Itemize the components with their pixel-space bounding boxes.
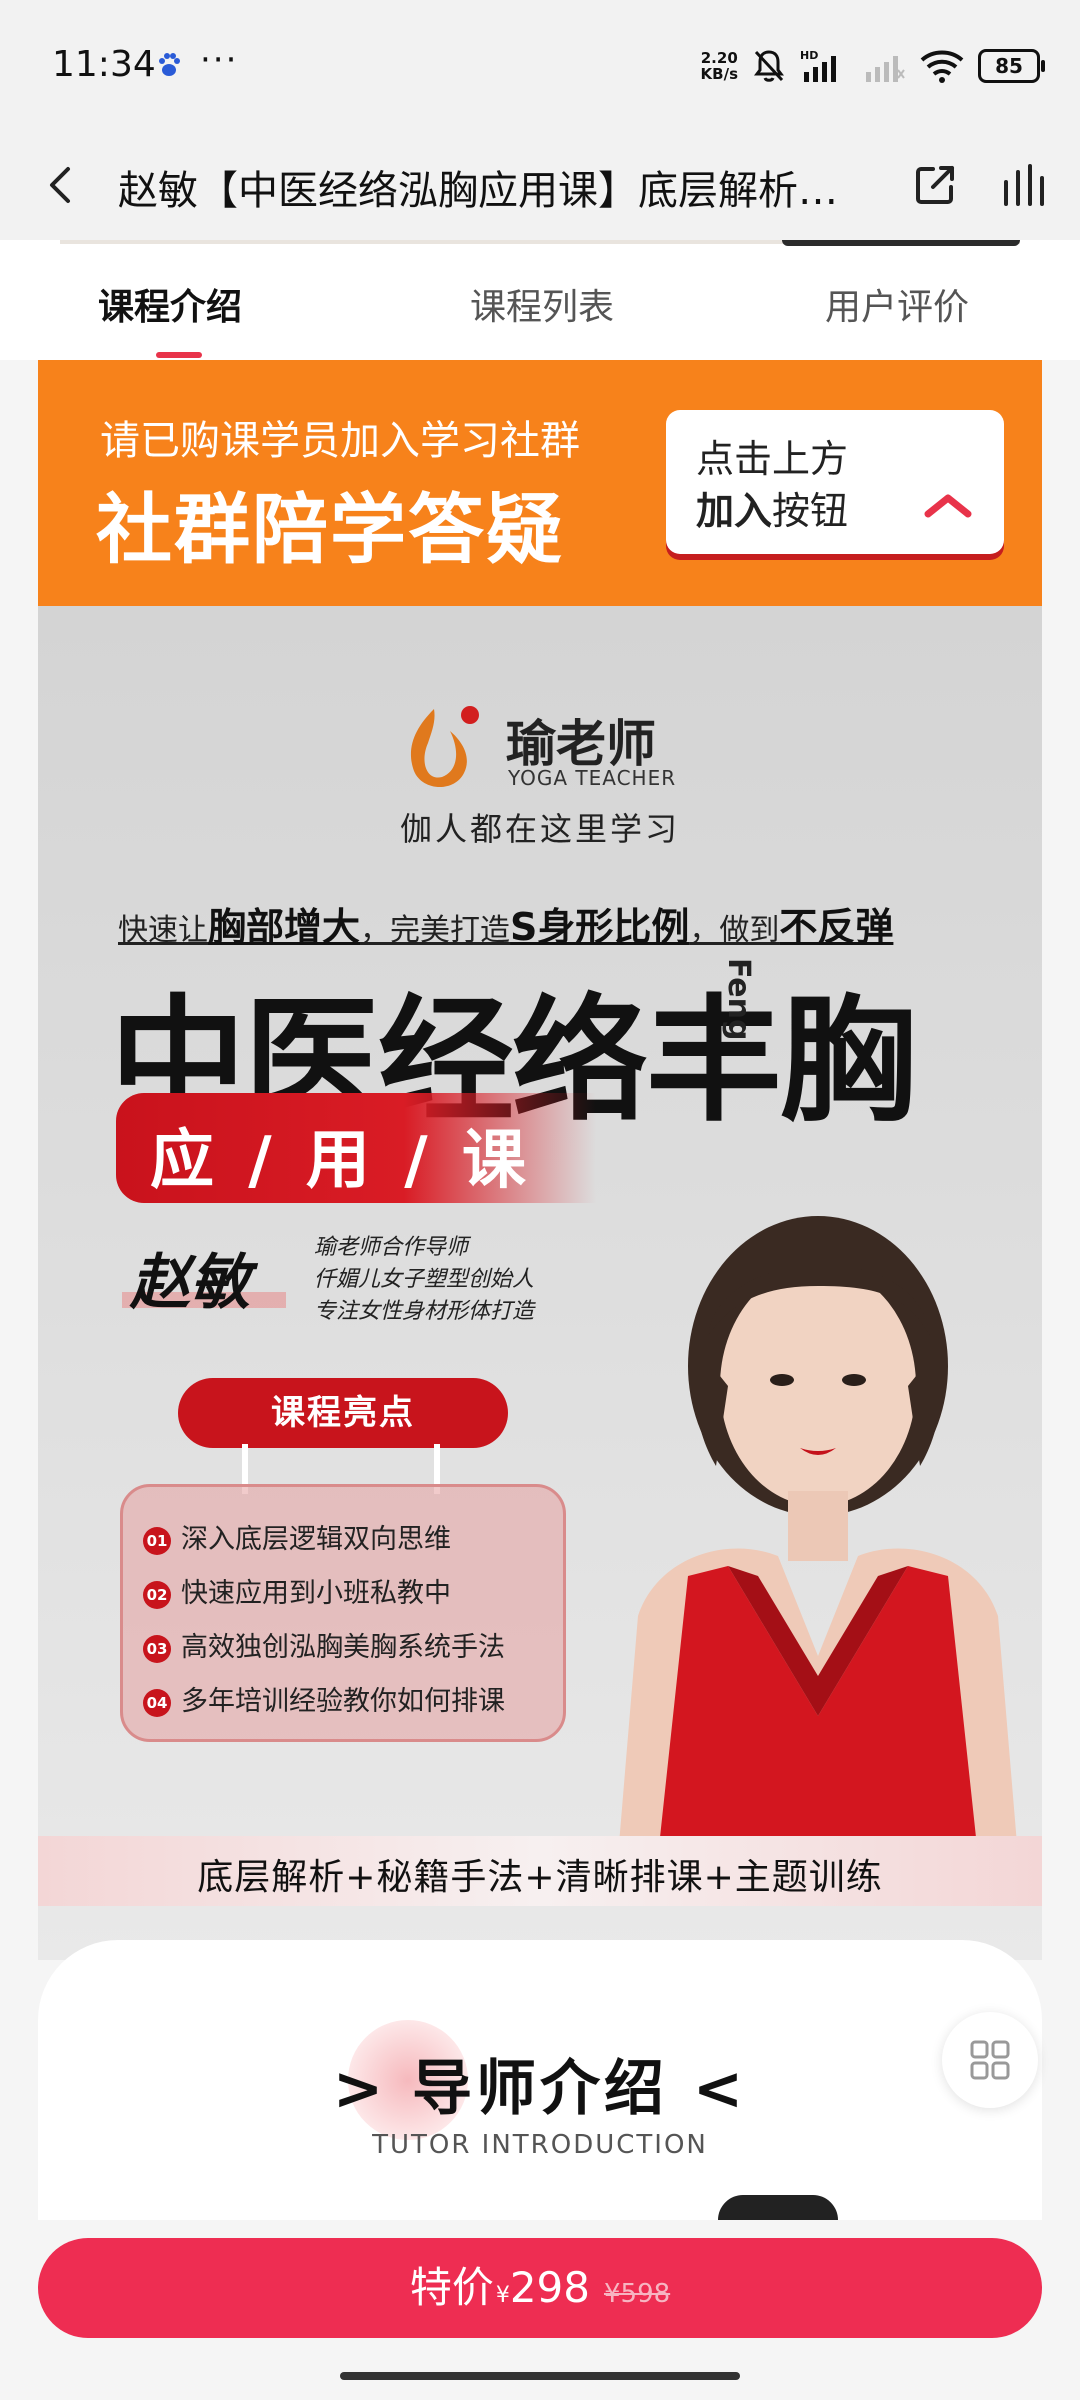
banner-hint-line1: 点击上方 [696, 437, 849, 481]
tagline-part: 快速让 [118, 913, 208, 948]
highlight-text: 快速应用到小班私教中 [181, 1578, 451, 1609]
author-name: 赵敏 [130, 1248, 250, 1318]
course-poster: 瑜老师 YOGA TEACHER 伽人都在这里学习 快速让胸部增大，完美打造S身… [38, 606, 1042, 1960]
tagline-part: ，做到 [689, 913, 780, 948]
author-bio: 瑜老师合作导师 仟媚儿女子塑型创始人 专注女性身材形体打造 [314, 1232, 534, 1328]
banner-hint-card: 点击上方 加入按钮 [666, 410, 1004, 554]
highlight-item: 03 高效独创泓胸美胸系统手法 [143, 1625, 505, 1664]
home-indicator[interactable] [340, 2372, 740, 2380]
active-tab-indicator [156, 352, 202, 358]
tab-course-list[interactable]: 课程列表 [470, 278, 614, 330]
price-value: 298 [509, 2263, 590, 2312]
net-speed: 2.20 KB/s [701, 50, 738, 82]
back-button[interactable] [30, 150, 90, 220]
share-button[interactable] [900, 150, 970, 220]
poster-bottom-strip: 底层解析+秘籍手法+清晰排课+主题训练 [38, 1836, 1042, 1906]
poster-tagline: 快速让胸部增大，完美打造S身形比例，做到不反弹 [118, 896, 893, 951]
tutor-subtitle: TUTOR INTRODUCTION [372, 2130, 708, 2160]
tutor-section: > 导师介绍 < TUTOR INTRODUCTION [38, 1940, 1042, 2220]
community-banner[interactable]: 请已购课学员加入学习社群 社群陪学答疑 点击上方 加入按钮 [38, 360, 1042, 606]
hd-label: HD [800, 49, 818, 62]
course-ribbon-label: 应 / 用 / 课 [150, 1124, 532, 1198]
net-speed-value: 2.20 [700, 49, 738, 67]
highlight-number: 02 [143, 1580, 171, 1609]
poster-bottom-text: 底层解析+秘籍手法+清晰排课+主题训练 [197, 1857, 883, 1898]
course-ribbon: 应 / 用 / 课 [116, 1093, 596, 1203]
tab-course-intro[interactable]: 课程介绍 [98, 278, 242, 330]
instructor-photo [618, 1216, 1018, 1856]
author-bio-line: 仟媚儿女子塑型创始人 [314, 1267, 535, 1292]
highlight-item: 01 深入底层逻辑双向思维 [143, 1517, 451, 1556]
price-label: 特价 [409, 2263, 494, 2312]
highlight-text: 高效独创泓胸美胸系统手法 [181, 1632, 505, 1663]
status-icons: 2.20 KB/s HD 85 [701, 44, 1045, 88]
floating-menu-button[interactable] [942, 2012, 1038, 2108]
banner-hint-line2: 加入按钮 [696, 480, 848, 535]
yoga-teacher-logo-icon [410, 706, 479, 788]
author-bio-line: 瑜老师合作导师 [314, 1235, 469, 1260]
stats-icon [1004, 164, 1044, 206]
share-icon [916, 166, 954, 204]
logo-english: YOGA TEACHER [508, 766, 677, 790]
tutor-title: > 导师介绍 < [332, 2054, 748, 2124]
back-icon [50, 167, 70, 203]
status-more-dots: ··· [200, 40, 239, 80]
chevron-up-icon [924, 494, 972, 518]
banner-hint-button: 按钮 [772, 489, 849, 533]
tagline-highlight: 胸部增大 [208, 905, 361, 949]
signal-icon: HD [800, 49, 836, 82]
course-intro-content: 请已购课学员加入学习社群 社群陪学答疑 点击上方 加入按钮 瑜老师 YOGA T… [38, 360, 1042, 1960]
baidu-paw-icon [159, 53, 180, 76]
tutor-card: > 导师介绍 < TUTOR INTRODUCTION [38, 1940, 1042, 2220]
author-bio-line: 专注女性身材形体打造 [314, 1299, 535, 1324]
highlight-number: 04 [143, 1688, 171, 1717]
status-bar: 11:34 ··· 2.20 KB/s HD 85 [0, 0, 1080, 130]
highlights-box: 01 深入底层逻辑双向思维 02 快速应用到小班私教中 03 高效独创泓胸美胸系统手法… [120, 1484, 566, 1742]
highlight-item: 04 多年培训经验教你如何排课 [143, 1679, 505, 1718]
banner-subtitle: 请已购课学员加入学习社群 [100, 418, 580, 464]
status-time: 11:34 [52, 44, 156, 85]
highlight-number: 03 [143, 1634, 171, 1663]
net-speed-unit: KB/s [700, 65, 738, 83]
logo-slogan: 伽人都在这里学习 [400, 810, 681, 848]
buy-button[interactable]: 特价¥298 ¥598 [38, 2238, 1042, 2338]
signal-2-icon [866, 56, 905, 82]
tab-user-reviews[interactable]: 用户评价 [825, 278, 969, 330]
title-bar: 赵敏【中医经络泓胸应用课】底层解析… [0, 130, 1080, 240]
highlight-text: 深入底层逻辑双向思维 [181, 1524, 451, 1555]
highlights-title: 课程亮点 [178, 1378, 508, 1448]
page-title: 赵敏【中医经络泓胸应用课】底层解析… [118, 168, 838, 214]
wifi-icon [920, 50, 964, 83]
header-image-edge-dark [782, 240, 1020, 246]
battery-icon: 85 [978, 49, 1045, 83]
highlight-text: 多年培训经验教你如何排课 [181, 1686, 505, 1717]
grid-menu-icon [970, 2040, 1010, 2080]
tutor-photo-peek [718, 2195, 838, 2220]
highlight-number: 01 [143, 1526, 171, 1555]
original-price: ¥598 [604, 2279, 671, 2309]
mute-icon [754, 50, 784, 82]
tagline-highlight: 不反弹 [779, 905, 894, 949]
tagline-part: ，完美打造 [360, 913, 511, 948]
banner-title: 社群陪学答疑 [96, 485, 564, 574]
price-currency: ¥ [495, 2283, 510, 2308]
banner-hint-join: 加入 [696, 489, 773, 533]
tagline-highlight: S身形比例 [510, 905, 690, 949]
stats-button[interactable] [990, 150, 1060, 220]
course-tabs: 课程介绍 课程列表 用户评价 [0, 240, 1080, 360]
highlight-item: 02 快速应用到小班私教中 [143, 1571, 451, 1610]
headline-pinyin: Feng [721, 958, 756, 1041]
